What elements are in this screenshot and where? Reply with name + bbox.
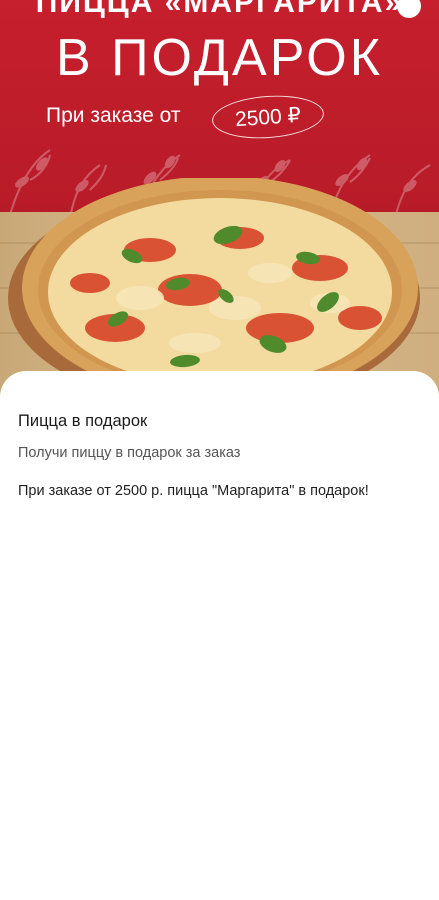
pizza-image bbox=[22, 178, 418, 378]
banner-condition: При заказе от bbox=[46, 104, 181, 127]
banner-pizza-name: ПИЦЦА «МАРГАРИТА» bbox=[35, 0, 404, 19]
offer-description: При заказе от 2500 р. пицца "Маргарита" … bbox=[18, 483, 369, 499]
offer-details-sheet: Пицца в подарок Получи пиццу в подарок з… bbox=[0, 371, 439, 900]
offer-subtitle: Получи пиццу в подарок за заказ bbox=[18, 445, 241, 461]
banner-headline: В ПОДАРОК bbox=[56, 29, 383, 87]
offer-title: Пицца в подарок bbox=[18, 412, 148, 430]
promo-banner: ПИЦЦА «МАРГАРИТА» В ПОДАРОК При заказе о… bbox=[0, 0, 439, 400]
